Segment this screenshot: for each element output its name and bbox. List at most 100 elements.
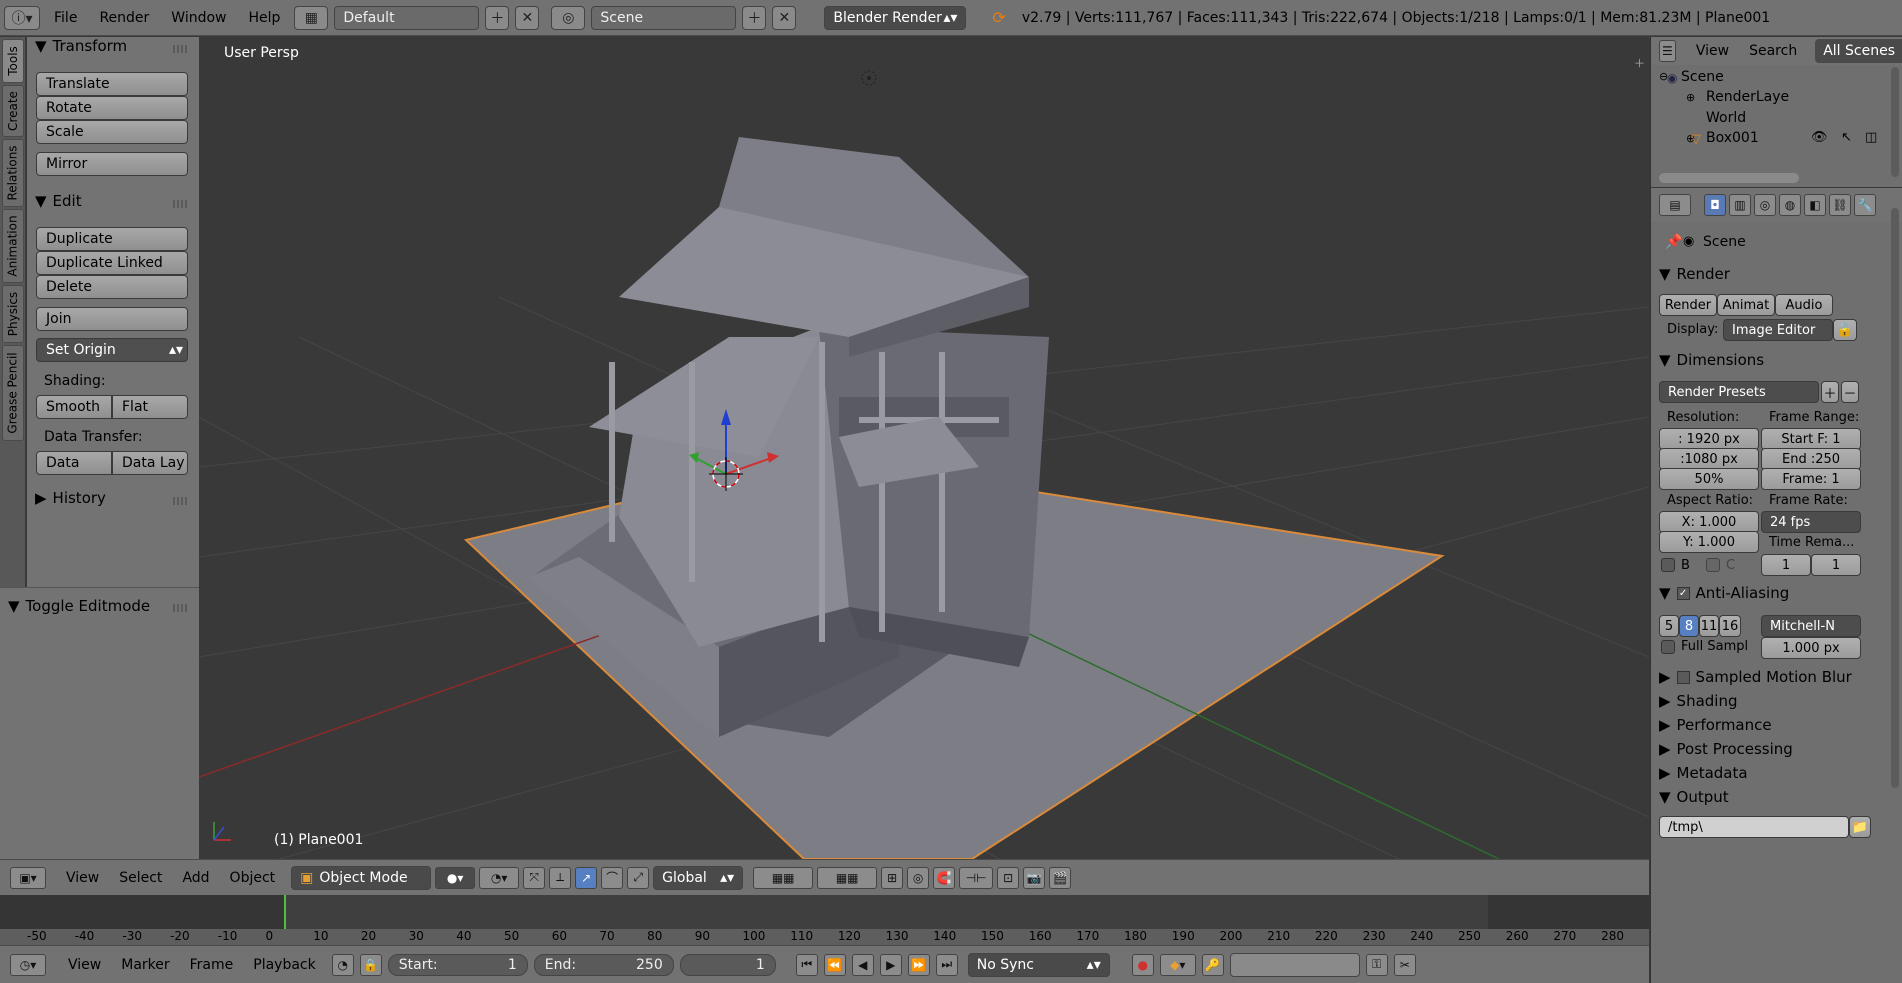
world-icon[interactable]: ◍ (1779, 194, 1801, 216)
aa-level-5[interactable]: 5 (1659, 615, 1679, 637)
jump-next-keyframe-icon[interactable]: ⏩ (907, 953, 930, 976)
opengl-render-icon[interactable]: 📷 (1023, 866, 1046, 889)
history-panel-header[interactable]: ▶ History (35, 489, 106, 507)
translate-manipulator-icon[interactable]: ⟂ (549, 866, 572, 889)
play-reverse-icon[interactable]: ◀ (851, 953, 874, 976)
display-select[interactable]: Image Editor (1723, 319, 1833, 341)
performance-header[interactable]: ▶ Performance (1659, 713, 1885, 737)
outliner-item-renderlayer[interactable]: RenderLaye (1706, 89, 1789, 105)
grip-icon[interactable] (173, 200, 187, 208)
join-button[interactable]: Join (36, 307, 188, 331)
jump-end-icon[interactable]: ⏭ (935, 953, 958, 976)
marker-menu[interactable]: Marker (121, 957, 169, 973)
pin-icon[interactable]: 📌 (1665, 234, 1682, 250)
render-presets-select[interactable]: Render Presets (1659, 381, 1819, 403)
render-layers-icon[interactable]: ▥ (1729, 194, 1751, 216)
output-header[interactable]: ▼ Output (1659, 785, 1885, 809)
keying-set-icon[interactable]: 🔑 (1201, 953, 1224, 976)
duplicate-button[interactable]: Duplicate (36, 227, 188, 251)
tab-grease-pencil[interactable]: Grease Pencil (2, 345, 24, 441)
editor-type-icon[interactable]: ▣▾ (10, 866, 46, 889)
selectable-cursor-icon[interactable]: ↖ (1841, 130, 1852, 145)
snap-toggle-icon[interactable]: 🧲 (933, 866, 956, 889)
aspect-y-field[interactable]: Y: 1.000 (1659, 531, 1759, 553)
set-origin-dropdown[interactable]: Set Origin ▴▾ (36, 338, 188, 362)
pivot-point-select[interactable]: ◔▾ (479, 866, 520, 889)
translate-button[interactable]: Translate (36, 72, 188, 96)
outliner-view-menu[interactable]: View (1696, 43, 1729, 59)
tab-animation[interactable]: Animation (2, 209, 24, 283)
grip-icon[interactable] (173, 604, 187, 612)
info-editor-icon[interactable]: ⓘ▾ (4, 5, 40, 30)
end-frame-input[interactable]: End: 250 (533, 953, 674, 976)
playback-menu[interactable]: Playback (253, 957, 315, 973)
timeline[interactable]: -50 -40 -30 -20 -10 0 10 20 30 40 50 60 70 80 90 100 110… (0, 895, 1649, 945)
tab-create[interactable]: Create (2, 85, 24, 137)
resolution-x-field[interactable]: : 1920 px (1659, 428, 1759, 450)
view-menu[interactable]: View (66, 870, 99, 886)
timeline-editor-icon[interactable]: ◷▾ (10, 953, 46, 976)
orientation-select[interactable]: Global ▴▾ (653, 865, 744, 890)
viewport-shading-select[interactable]: ●▾ (435, 866, 476, 889)
aa-level-11[interactable]: 11 (1699, 615, 1719, 637)
filter-size-field[interactable]: 1.000 px (1761, 637, 1861, 659)
render-section-header[interactable]: ▼ Render (1659, 262, 1885, 286)
mirror-button[interactable]: Mirror (36, 152, 188, 176)
render-engine-select[interactable]: Blender Render ▴▾ (824, 5, 967, 30)
render-context-icon[interactable]: ◘ (1704, 194, 1726, 216)
layers-grid-2[interactable]: ▦▦ (817, 866, 878, 889)
resolution-y-field[interactable]: :1080 px (1659, 448, 1759, 470)
timeline-ruler[interactable]: -50 -40 -30 -20 -10 0 10 20 30 40 50 60 70 80 90 100 110… (0, 929, 1649, 945)
manipulator-toggle[interactable]: ⤧ (523, 866, 546, 889)
lock-icon[interactable]: 🔓 (1833, 319, 1857, 341)
rotate-button[interactable]: Rotate (36, 96, 188, 120)
grip-icon[interactable] (173, 45, 187, 53)
start-frame-input[interactable]: Start: 1 (387, 953, 528, 976)
tab-relations[interactable]: Relations (2, 139, 24, 207)
transform-panel-header[interactable]: ▼ Transform (35, 37, 127, 55)
operator-header[interactable]: ▼ Toggle Editmode (8, 597, 150, 615)
constraint-icon[interactable]: ⛓ (1829, 194, 1851, 216)
full-sample-checkbox[interactable] (1661, 640, 1675, 654)
lock-range-icon[interactable]: 🔒 (359, 953, 382, 976)
jump-start-icon[interactable]: ⏮ (795, 953, 818, 976)
visibility-eye-icon[interactable]: 👁 (1811, 130, 1828, 145)
select-menu[interactable]: Select (119, 870, 162, 886)
snap-element-select[interactable]: ⊣⊢ (959, 866, 994, 889)
animation-button[interactable]: Animat (1717, 294, 1775, 316)
object-icon[interactable]: ◧ (1804, 194, 1826, 216)
time-remap-new-field[interactable]: 1 (1811, 554, 1861, 576)
add-menu[interactable]: Add (182, 870, 209, 886)
frame-rate-select[interactable]: 24 fps (1761, 511, 1861, 533)
mode-select[interactable]: ▣ Object Mode (291, 865, 432, 890)
renderable-camera-icon[interactable]: ◫ (1865, 130, 1877, 145)
outliner-h-scrollbar[interactable] (1659, 173, 1799, 183)
remove-layout-button[interactable]: ✕ (515, 5, 540, 30)
dimensions-section-header[interactable]: ▼ Dimensions (1659, 348, 1885, 372)
render-button[interactable]: Render (1659, 294, 1717, 316)
opengl-anim-icon[interactable]: 🎬 (1049, 866, 1072, 889)
frame-menu[interactable]: Frame (190, 957, 234, 973)
object-menu[interactable]: Object (230, 870, 276, 886)
keying-icon[interactable]: ◆ ▾ (1159, 953, 1196, 976)
layers-grid-1[interactable]: ▦▦ (753, 866, 814, 889)
data-lay-button[interactable]: Data Lay (112, 451, 188, 475)
timeline-view-menu[interactable]: View (68, 957, 101, 973)
current-frame-indicator[interactable] (284, 895, 286, 929)
add-scene-button[interactable]: ＋ (742, 5, 767, 30)
proportional-edit-icon[interactable]: ◎ (907, 866, 930, 889)
tab-physics[interactable]: Physics (2, 285, 24, 343)
current-frame-input[interactable]: 1 (679, 953, 776, 976)
sync-mode-select[interactable]: No Sync ▴▾ (967, 952, 1110, 977)
outliner-editor-icon[interactable]: ☰ (1659, 40, 1676, 62)
aa-level-16[interactable]: 16 (1719, 615, 1741, 637)
display-mode-select[interactable]: All Scenes (1815, 39, 1902, 63)
start-frame-field[interactable]: Start F: 1 (1761, 428, 1861, 450)
scene-context-icon[interactable]: ◎ (1754, 194, 1776, 216)
layout-icon[interactable]: ▦ (294, 5, 329, 30)
crop-checkbox[interactable] (1706, 558, 1720, 572)
motion-blur-header[interactable]: ▶ Sampled Motion Blur (1659, 665, 1885, 689)
anti-aliasing-header[interactable]: ▼ ✓ Anti-Aliasing (1659, 581, 1885, 605)
tab-tools[interactable]: Tools (2, 39, 24, 83)
remove-preset-button[interactable]: － (1841, 381, 1859, 403)
